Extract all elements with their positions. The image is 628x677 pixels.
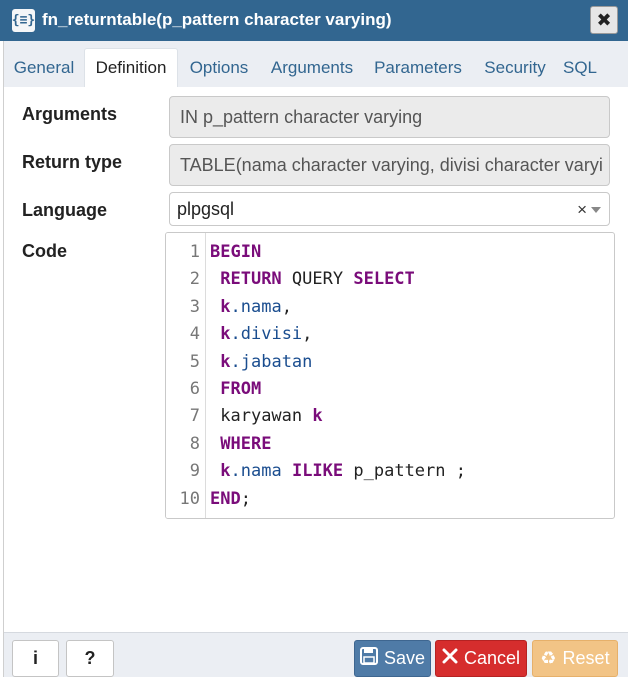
language-value: plpgsql [177, 198, 235, 219]
code-text: BEGIN [210, 242, 262, 262]
line-number: 2 [189, 269, 200, 290]
tab-bar: General Definition Options Arguments Par… [4, 41, 628, 87]
line-number: 8 [189, 433, 200, 454]
code-text: RETURN QUERY SELECT [220, 269, 415, 290]
line-number: 7 [189, 406, 200, 427]
code-text: k.jabatan [220, 351, 313, 372]
save-button[interactable]: Save [354, 640, 431, 677]
code-editor[interactable]: 1 BEGIN 2 RETURN QUERY SELECT 3 k.nama, 4 k.… [165, 232, 615, 519]
code-line[interactable]: 9 k.nama ILIKE p_pattern ; [166, 458, 614, 485]
code-line[interactable]: 7 karyawan k [166, 403, 614, 430]
code-label: Code [22, 241, 67, 261]
code-line[interactable]: 4 k.divisi, [166, 321, 614, 348]
dialog-title: fn_returntable(p_pattern character varyi… [42, 10, 392, 29]
code-text: k.nama ILIKE p_pattern ; [220, 461, 466, 482]
tab-arguments[interactable]: Arguments [260, 48, 364, 87]
code-line[interactable]: 6 FROM [166, 376, 614, 403]
reset-button[interactable]: ♻ Reset [532, 640, 618, 677]
tab-options[interactable]: Options [178, 48, 260, 87]
line-number: 1 [189, 242, 200, 262]
line-number: 6 [189, 379, 200, 399]
function-icon: {≡} [12, 9, 35, 32]
tab-parameters[interactable]: Parameters [364, 48, 472, 87]
code-line[interactable]: 8 WHERE [166, 431, 614, 458]
info-button[interactable]: i [12, 640, 59, 677]
close-icon: ✖ [596, 9, 612, 30]
dialog-titlebar: {≡} fn_returntable(p_pattern character v… [0, 0, 628, 41]
code-text: k.nama, [220, 296, 292, 317]
tab-security[interactable]: Security [472, 48, 558, 87]
close-button[interactable]: ✖ [590, 6, 618, 34]
code-text: END; [210, 488, 251, 509]
arguments-field: IN p_pattern character varying [169, 96, 610, 138]
code-text: k.divisi, [220, 324, 313, 345]
floppy-disk-icon [359, 647, 378, 670]
help-icon: ? [84, 648, 96, 668]
code-line[interactable]: 2 RETURN QUERY SELECT [166, 266, 614, 293]
chevron-down-icon[interactable] [591, 207, 601, 213]
code-text: WHERE [220, 433, 272, 454]
line-number: 10 [179, 488, 200, 509]
language-label: Language [22, 200, 108, 220]
code-text: karyawan k [220, 406, 323, 427]
code-line[interactable]: 1 BEGIN [166, 239, 614, 266]
info-icon: i [32, 648, 38, 668]
code-line[interactable]: 10 END; [166, 486, 614, 513]
line-number: 4 [189, 324, 200, 345]
language-select[interactable]: plpgsql × [169, 192, 610, 226]
line-number: 9 [189, 461, 200, 482]
line-number: 5 [189, 351, 200, 372]
cancel-label: Cancel [463, 648, 521, 668]
code-line[interactable]: 5 k.jabatan [166, 349, 614, 376]
return-type-label: Return type [22, 152, 123, 172]
clear-icon[interactable]: × [577, 200, 587, 220]
tab-sql[interactable]: SQL [558, 48, 602, 87]
arguments-label: Arguments [22, 104, 118, 124]
code-line[interactable]: 3 k.nama, [166, 294, 614, 321]
code-text: FROM [220, 379, 262, 399]
recycle-icon: ♻ [540, 648, 557, 668]
return-type-field: TABLE(nama character varying, divisi cha… [169, 144, 610, 186]
tab-general[interactable]: General [4, 48, 84, 87]
help-button[interactable]: ? [66, 640, 114, 677]
cancel-button[interactable]: Cancel [435, 640, 527, 677]
save-label: Save [383, 648, 426, 668]
line-number: 3 [189, 296, 200, 317]
reset-label: Reset [562, 648, 610, 668]
tab-definition[interactable]: Definition [84, 48, 178, 87]
x-icon [442, 648, 458, 669]
